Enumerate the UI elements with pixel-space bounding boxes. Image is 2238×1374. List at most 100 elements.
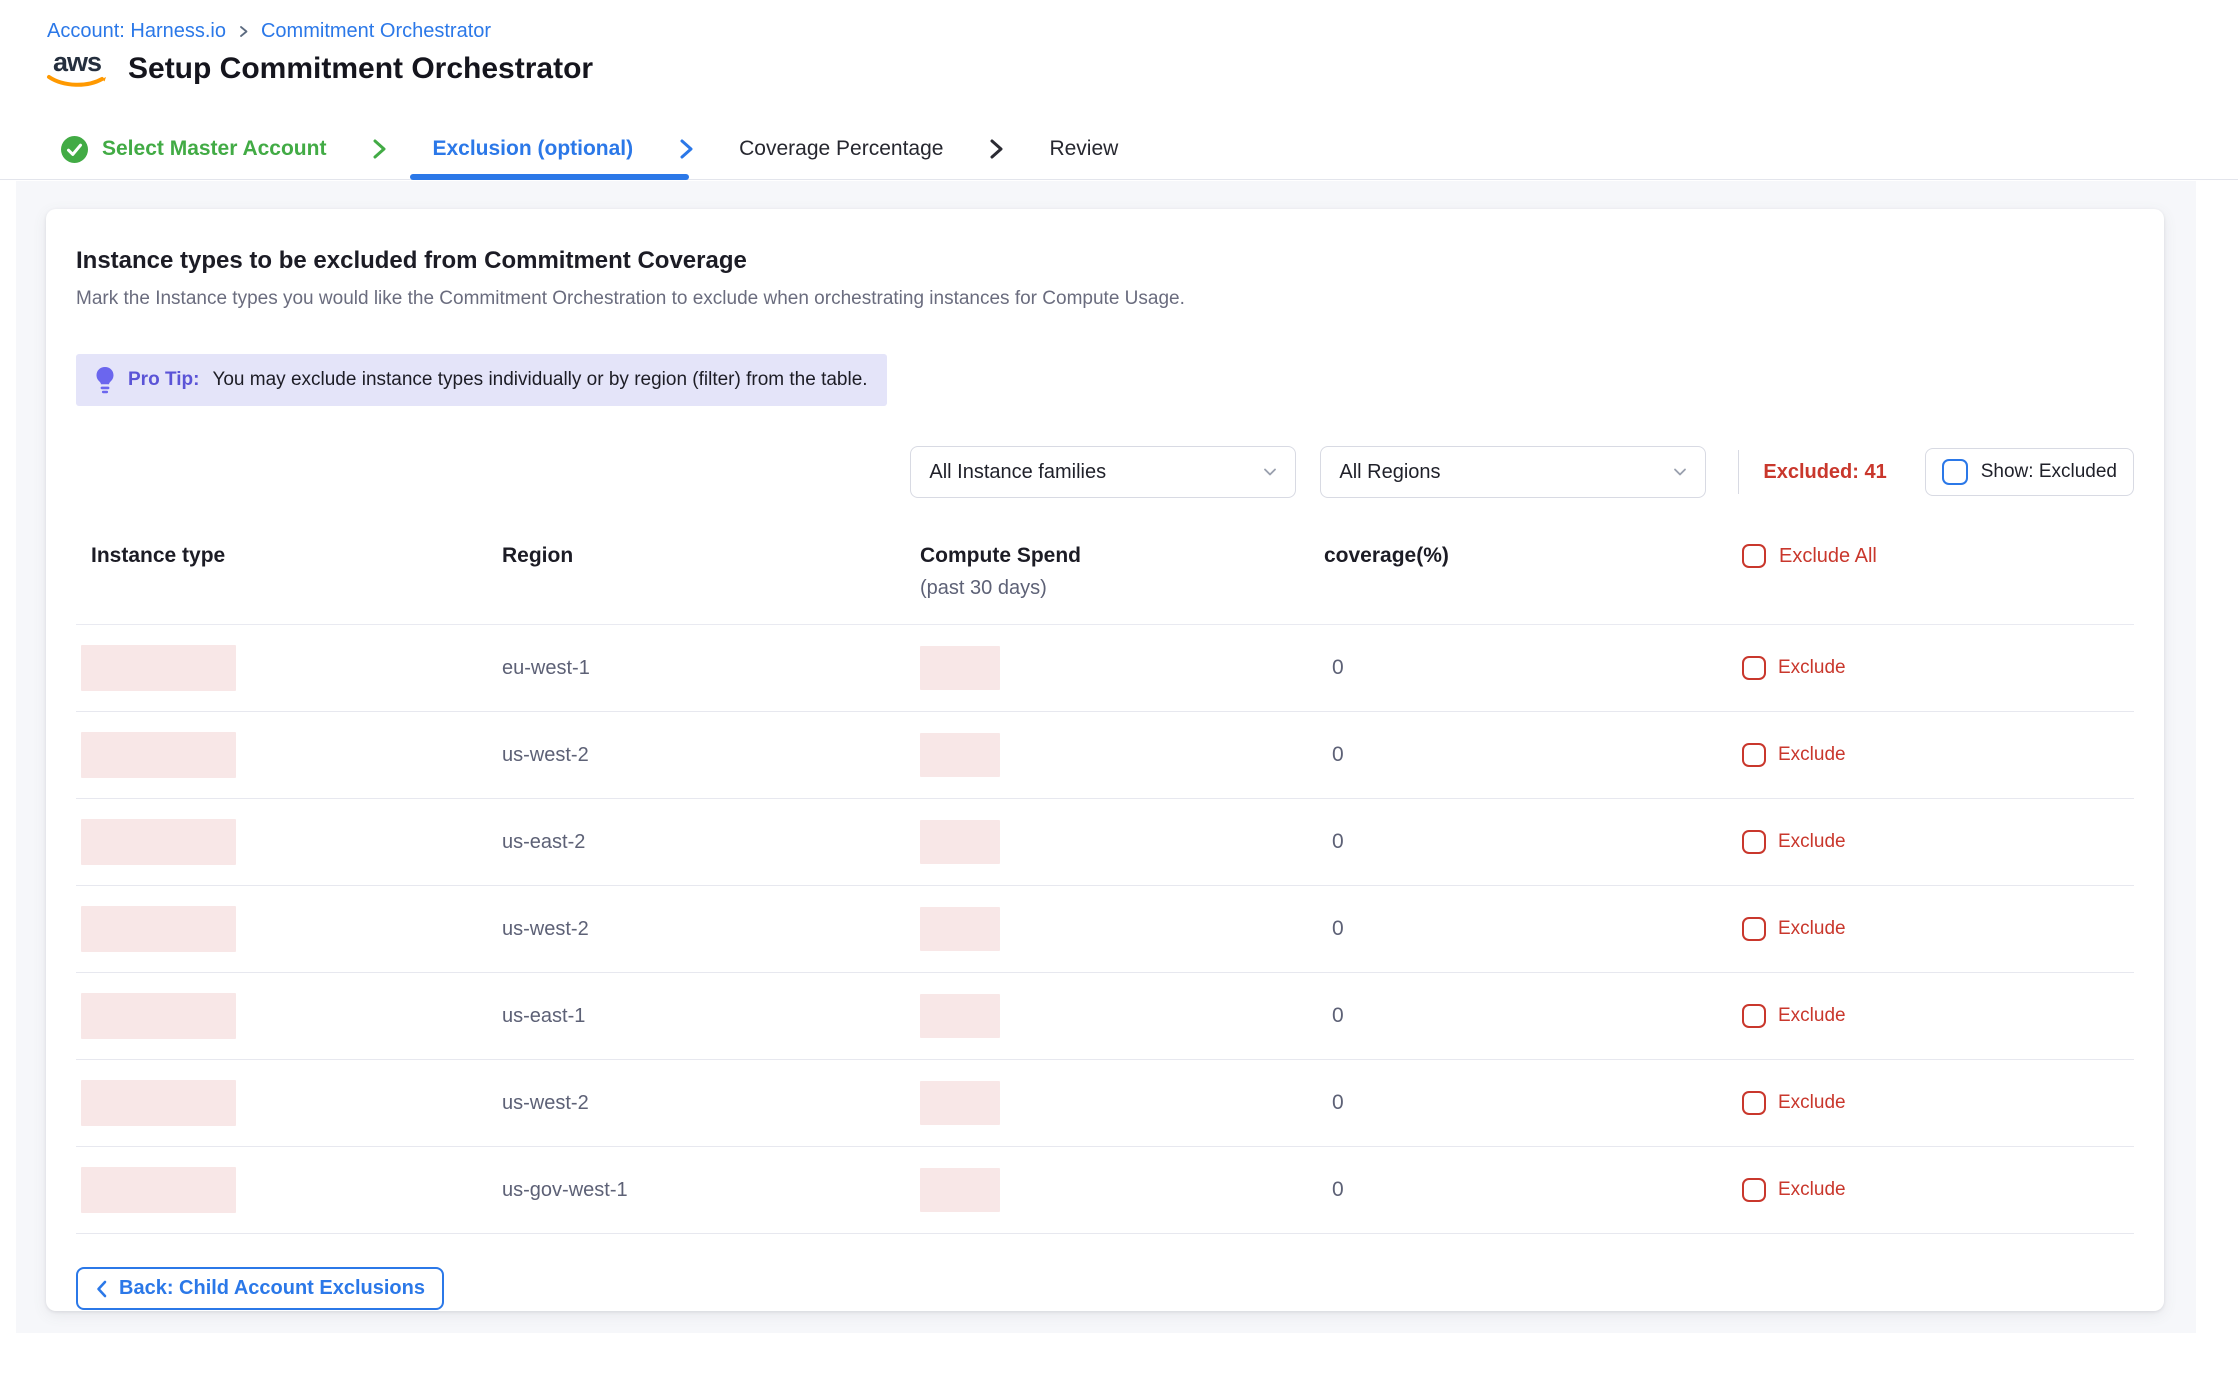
exclude-checkbox[interactable]: [1742, 917, 1766, 941]
page-title: Setup Commitment Orchestrator: [128, 52, 593, 86]
page-header: Account: Harness.io Commitment Orchestra…: [0, 0, 2238, 180]
table-row: us-east-1 0 Exclude: [76, 973, 2134, 1060]
region-value: us-west-2: [502, 1092, 589, 1114]
instance-families-value: All Instance families: [929, 461, 1106, 484]
setup-stepper: Select Master Account Exclusion (optiona…: [44, 119, 1134, 179]
redacted-compute-spend: [920, 1081, 1000, 1125]
chevron-left-icon: [95, 1279, 109, 1299]
table-row: us-east-2 0 Exclude: [76, 799, 2134, 886]
aws-logo-icon: aws: [44, 50, 110, 88]
exclude-label: Exclude: [1778, 657, 1846, 679]
exclude-checkbox[interactable]: [1742, 743, 1766, 767]
exclude-all-checkbox[interactable]: [1742, 544, 1766, 568]
exclude-checkbox[interactable]: [1742, 1178, 1766, 1202]
col-compute-spend-title: Compute Spend: [920, 544, 1324, 568]
step-coverage-percentage[interactable]: Coverage Percentage: [723, 119, 959, 179]
col-region: Region: [502, 544, 920, 568]
exclude-label: Exclude: [1778, 831, 1846, 853]
coverage-value: 0: [1332, 743, 1344, 766]
exclude-all-control[interactable]: Exclude All: [1742, 544, 2134, 568]
redacted-instance-type: [81, 732, 236, 778]
breadcrumb-page-link[interactable]: Commitment Orchestrator: [261, 20, 491, 43]
panel-heading: Instance types to be excluded from Commi…: [76, 247, 2134, 275]
regions-select[interactable]: All Regions: [1320, 446, 1706, 498]
instance-families-select[interactable]: All Instance families: [910, 446, 1296, 498]
content-background: Instance types to be excluded from Commi…: [16, 181, 2196, 1333]
coverage-value: 0: [1332, 1004, 1344, 1027]
step-select-master-account[interactable]: Select Master Account: [44, 119, 342, 179]
region-value: us-gov-west-1: [502, 1179, 628, 1201]
exclude-control[interactable]: Exclude: [1742, 1178, 2134, 1202]
exclusion-panel: Instance types to be excluded from Commi…: [46, 209, 2164, 1311]
step-label: Coverage Percentage: [739, 137, 943, 161]
aws-smile-swoosh: [46, 74, 108, 88]
back-child-account-exclusions-button[interactable]: Back: Child Account Exclusions: [76, 1267, 444, 1310]
table-row: us-gov-west-1 0 Exclude: [76, 1147, 2134, 1234]
show-excluded-checkbox[interactable]: [1942, 459, 1968, 485]
redacted-instance-type: [81, 645, 236, 691]
excluded-count-badge: Excluded: 41: [1763, 461, 1886, 484]
redacted-compute-spend: [920, 733, 1000, 777]
step-completed-check-icon: [60, 135, 89, 164]
exclude-checkbox[interactable]: [1742, 1004, 1766, 1028]
exclude-label: Exclude: [1778, 744, 1846, 766]
table-row: us-west-2 0 Exclude: [76, 886, 2134, 973]
redacted-compute-spend: [920, 646, 1000, 690]
pro-tip-text: You may exclude instance types individua…: [212, 369, 867, 391]
exclude-checkbox[interactable]: [1742, 656, 1766, 680]
title-row: aws Setup Commitment Orchestrator: [44, 50, 593, 88]
col-instance-type: Instance type: [76, 544, 502, 568]
redacted-compute-spend: [920, 994, 1000, 1038]
step-review[interactable]: Review: [1033, 119, 1134, 179]
exclude-checkbox[interactable]: [1742, 1091, 1766, 1115]
redacted-instance-type: [81, 819, 236, 865]
exclude-control[interactable]: Exclude: [1742, 830, 2134, 854]
regions-value: All Regions: [1339, 461, 1440, 484]
redacted-compute-spend: [920, 820, 1000, 864]
step-chevron-icon: [368, 137, 390, 161]
col-compute-spend-sub: (past 30 days): [920, 577, 1324, 600]
panel-description: Mark the Instance types you would like t…: [76, 288, 2134, 310]
table-row: eu-west-1 0 Exclude: [76, 625, 2134, 712]
redacted-instance-type: [81, 1080, 236, 1126]
exclude-control[interactable]: Exclude: [1742, 1004, 2134, 1028]
lightbulb-icon: [95, 366, 115, 394]
breadcrumb-account-link[interactable]: Account: Harness.io: [47, 20, 226, 43]
filter-divider: [1738, 450, 1739, 494]
region-value: us-east-1: [502, 1005, 585, 1027]
table-row: us-west-2 0 Exclude: [76, 712, 2134, 799]
breadcrumb: Account: Harness.io Commitment Orchestra…: [47, 20, 491, 43]
region-value: us-east-2: [502, 831, 585, 853]
exclude-control[interactable]: Exclude: [1742, 1091, 2134, 1115]
exclude-all-label: Exclude All: [1779, 545, 1877, 568]
exclude-label: Exclude: [1778, 1092, 1846, 1114]
breadcrumb-chevron-icon: [236, 24, 251, 39]
step-chevron-icon: [985, 137, 1007, 161]
redacted-compute-spend: [920, 1168, 1000, 1212]
back-button-label: Back: Child Account Exclusions: [119, 1277, 425, 1300]
exclude-label: Exclude: [1778, 1179, 1846, 1201]
exclusion-table: Instance type Region Compute Spend (past…: [76, 544, 2134, 1234]
table-header-row: Instance type Region Compute Spend (past…: [76, 544, 2134, 625]
step-exclusion[interactable]: Exclusion (optional): [416, 119, 649, 179]
exclude-control[interactable]: Exclude: [1742, 656, 2134, 680]
chevron-down-icon: [1261, 463, 1279, 481]
exclude-control[interactable]: Exclude: [1742, 743, 2134, 767]
col-compute-spend: Compute Spend (past 30 days): [920, 544, 1324, 600]
exclude-control[interactable]: Exclude: [1742, 917, 2134, 941]
redacted-instance-type: [81, 1167, 236, 1213]
step-label: Exclusion (optional): [432, 137, 633, 161]
step-label: Select Master Account: [102, 137, 326, 161]
step-chevron-icon: [675, 137, 697, 161]
show-excluded-toggle[interactable]: Show: Excluded: [1925, 448, 2134, 496]
redacted-instance-type: [81, 993, 236, 1039]
aws-logo-text: aws: [53, 50, 101, 74]
pro-tip-banner: Pro Tip: You may exclude instance types …: [76, 354, 887, 406]
exclude-checkbox[interactable]: [1742, 830, 1766, 854]
region-value: us-west-2: [502, 744, 589, 766]
coverage-value: 0: [1332, 1091, 1344, 1114]
filter-row: All Instance families All Regions Exclud…: [76, 446, 2134, 498]
table-row: us-west-2 0 Exclude: [76, 1060, 2134, 1147]
region-value: us-west-2: [502, 918, 589, 940]
pro-tip-label: Pro Tip:: [128, 369, 199, 391]
